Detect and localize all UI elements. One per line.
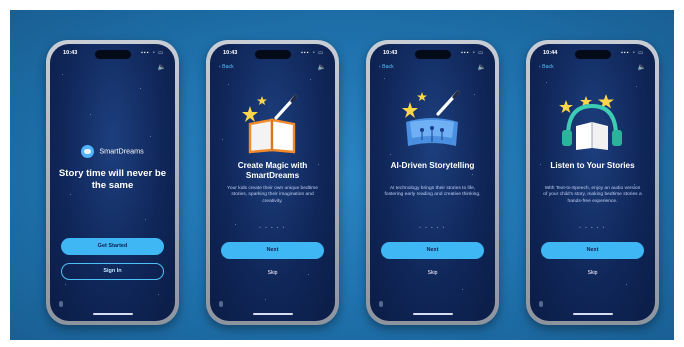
back-button[interactable]: ‹ Back (539, 64, 554, 70)
onboarding-description: Your kids create their own unique bedtim… (227, 186, 318, 204)
onboarding-title: AI-Driven Storytelling (390, 161, 475, 170)
phone-create-magic: 10:43 ▪▪▪ ◔ ▭ ‹ Back 🔈 Create Magic with… (206, 40, 339, 325)
dynamic-island (414, 50, 451, 59)
brand-name: SmartDreams (99, 146, 144, 156)
skip-link[interactable]: Skip (210, 270, 335, 276)
page-indicator[interactable]: • • • • • (210, 225, 335, 230)
status-time: 10:43 (223, 50, 238, 56)
presentation-background: 10:43 ▪▪▪ ◔ ▭ 🔈 SmartDreams Story time w… (10, 10, 674, 340)
next-button[interactable]: Next (221, 242, 324, 259)
back-button[interactable]: ‹ Back (219, 64, 234, 70)
home-indicator[interactable] (412, 312, 453, 315)
dynamic-island (94, 50, 131, 59)
status-time: 10:44 (543, 50, 558, 56)
phone-listen-stories: 10:44 ▪▪▪ ◔ ▭ ‹ Back 🔈 Listen to Your St… (526, 40, 659, 325)
phone-ai-storytelling: 10:43 ▪▪▪ ◔ ▭ ‹ Back 🔈 AI-Driven Storyte… (366, 40, 499, 325)
welcome-headline: Story time will never be the same (58, 168, 167, 191)
mic-indicator (539, 301, 543, 307)
status-time: 10:43 (63, 50, 78, 56)
mic-indicator (379, 301, 383, 307)
brand: SmartDreams (50, 145, 175, 158)
headphones-book-icon (530, 84, 655, 154)
status-time: 10:43 (383, 50, 398, 56)
get-started-button[interactable]: Get Started (61, 238, 164, 255)
back-button[interactable]: ‹ Back (379, 64, 394, 70)
onboarding-title: Create Magic with SmartDreams (237, 161, 308, 180)
dynamic-island (254, 50, 291, 59)
status-icons: ▪▪▪ ◔ ▭ (461, 50, 484, 56)
home-indicator[interactable] (252, 312, 293, 315)
home-indicator[interactable] (572, 312, 613, 315)
next-button[interactable]: Next (381, 242, 484, 259)
next-button[interactable]: Next (541, 242, 644, 259)
screen-ai-storytelling: 10:43 ▪▪▪ ◔ ▭ ‹ Back 🔈 AI-Driven Storyte… (370, 44, 495, 321)
speaker-icon[interactable]: 🔈 (478, 63, 486, 71)
mic-indicator (219, 301, 223, 307)
skip-link[interactable]: Skip (370, 270, 495, 276)
status-icons: ▪▪▪ ◔ ▭ (301, 50, 324, 56)
speaker-icon[interactable]: 🔈 (158, 63, 166, 71)
sign-in-button[interactable]: Sign In (61, 263, 164, 280)
speaker-icon[interactable]: 🔈 (318, 63, 326, 71)
phone-welcome: 10:43 ▪▪▪ ◔ ▭ 🔈 SmartDreams Story time w… (46, 40, 179, 325)
screen-welcome: 10:43 ▪▪▪ ◔ ▭ 🔈 SmartDreams Story time w… (50, 44, 175, 321)
open-book-magic-wand-icon (210, 84, 335, 154)
onboarding-description: With Text-to-Speech, enjoy an audio vers… (543, 186, 642, 204)
screen-listen-stories: 10:44 ▪▪▪ ◔ ▭ ‹ Back 🔈 Listen to Your St… (530, 44, 655, 321)
status-icons: ▪▪▪ ◔ ▭ (621, 50, 644, 56)
onboarding-title: Listen to Your Stories (550, 161, 635, 170)
home-indicator[interactable] (92, 312, 133, 315)
speaker-icon[interactable]: 🔈 (638, 63, 646, 71)
page-indicator[interactable]: • • • • • (530, 225, 655, 230)
page-indicator[interactable]: • • • • • (370, 225, 495, 230)
dynamic-island (574, 50, 611, 59)
moon-logo-icon (81, 145, 95, 158)
screen-create-magic: 10:43 ▪▪▪ ◔ ▭ ‹ Back 🔈 Create Magic with… (210, 44, 335, 321)
mic-indicator (59, 301, 63, 307)
status-icons: ▪▪▪ ◔ ▭ (141, 50, 164, 56)
skip-link[interactable]: Skip (530, 270, 655, 276)
onboarding-description: AI technology brings their stories to li… (384, 186, 481, 198)
ai-brain-book-icon (370, 84, 495, 154)
